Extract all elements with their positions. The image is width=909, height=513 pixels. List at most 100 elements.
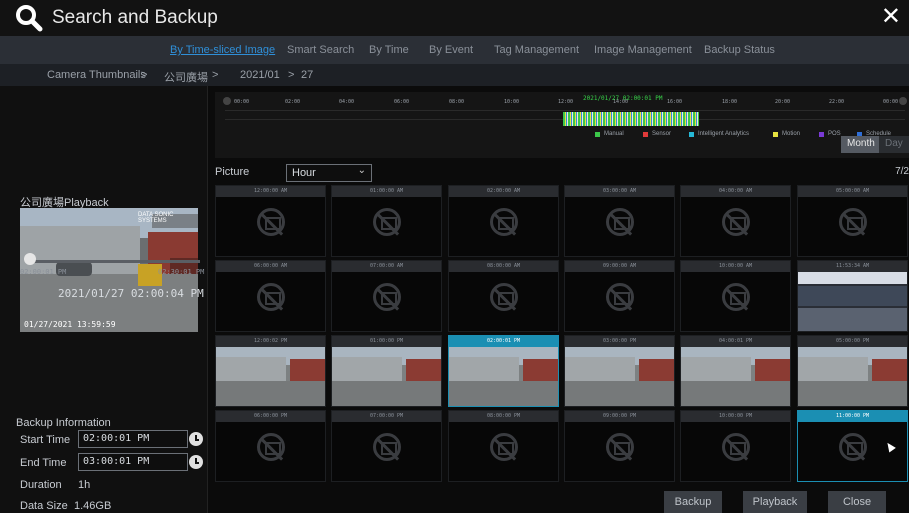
slider-start-label: 02:00:01 PM bbox=[20, 268, 67, 276]
start-clock-icon[interactable] bbox=[189, 432, 203, 446]
thumbnail-time: 05:00:00 PM bbox=[798, 336, 907, 347]
interval-select[interactable]: Hour ⌄ bbox=[286, 164, 372, 182]
breadcrumb-camera-thumbnails[interactable]: Camera Thumbnails bbox=[47, 69, 146, 81]
timeline-hour: 20:00 bbox=[775, 99, 791, 105]
playback-button[interactable]: Playback bbox=[743, 491, 807, 513]
thumbnail-cell[interactable]: 04:00:01 PM bbox=[680, 335, 791, 407]
breadcrumb: Camera Thumbnails > 公司廣場 > 2021/01 > 27 bbox=[0, 64, 909, 86]
playback-current-time: 2021/01/27 02:00:04 PM bbox=[58, 287, 204, 300]
thumbnail-body bbox=[449, 272, 558, 331]
no-image-icon bbox=[606, 283, 634, 311]
breadcrumb-month[interactable]: 2021/01 bbox=[240, 69, 280, 81]
breadcrumb-separator: > bbox=[141, 69, 148, 81]
thumbnail-cell[interactable]: 02:00:01 PM bbox=[448, 335, 559, 407]
thumbnail-body bbox=[449, 422, 558, 481]
thumbnail-cell[interactable]: 12:00:00 AM bbox=[215, 185, 326, 257]
thumbnail-cell[interactable]: 04:00:00 AM bbox=[680, 185, 791, 257]
thumbnail-cell[interactable]: 07:00:00 AM bbox=[331, 260, 442, 332]
thumbnail-cell[interactable]: 11:53:34 AM bbox=[797, 260, 908, 332]
thumbnail-image bbox=[449, 347, 558, 406]
thumbnail-time: 05:00:00 AM bbox=[798, 186, 907, 197]
title-bar: Search and Backup ✕ bbox=[0, 0, 909, 36]
thumbnail-cell[interactable]: 06:00:00 AM bbox=[215, 260, 326, 332]
thumbnail-scene-part bbox=[332, 381, 441, 406]
no-image-icon bbox=[839, 433, 867, 461]
no-image-icon bbox=[722, 208, 750, 236]
timeline-cursor-label: 2021/01/27 02:00:01 PM bbox=[583, 95, 663, 102]
end-time-label: End Time bbox=[20, 457, 67, 469]
breadcrumb-day[interactable]: 27 bbox=[301, 69, 313, 81]
thumbnail-scene-part bbox=[449, 357, 519, 383]
tab-backup-status[interactable]: Backup Status bbox=[704, 44, 775, 56]
no-image-icon bbox=[257, 433, 285, 461]
day-button[interactable]: Day bbox=[879, 136, 909, 153]
picture-label: Picture bbox=[215, 166, 250, 178]
end-clock-icon[interactable] bbox=[189, 455, 203, 469]
duration-label: Duration bbox=[20, 479, 62, 491]
thumbnail-time: 11:00:00 PM bbox=[798, 411, 907, 422]
thumbnail-image bbox=[681, 347, 790, 406]
thumbnail-scene-part bbox=[798, 286, 907, 306]
end-time-field[interactable]: 03:00:01 PM bbox=[78, 453, 188, 471]
start-time-label: Start Time bbox=[20, 434, 71, 446]
timeline-next-icon[interactable] bbox=[899, 97, 907, 105]
duration-value: 1h bbox=[78, 479, 91, 491]
thumbnail-image bbox=[332, 347, 441, 406]
thumbnail-cell[interactable]: 09:00:00 AM bbox=[564, 260, 675, 332]
tab-by-event[interactable]: By Event bbox=[429, 44, 473, 56]
timeline-hour: 10:00 bbox=[504, 99, 520, 105]
thumbnail-cell[interactable]: 07:00:00 PM bbox=[331, 410, 442, 482]
no-image-icon bbox=[839, 208, 867, 236]
breadcrumb-camera[interactable]: 公司廣場 bbox=[164, 69, 208, 85]
tab-tag-management[interactable]: Tag Management bbox=[494, 44, 579, 56]
thumbnail-cell[interactable]: 05:00:00 AM bbox=[797, 185, 908, 257]
camera-tag: DATA SONIC SYSTEMS bbox=[138, 212, 174, 224]
thumbnail-cell[interactable]: 08:00:00 AM bbox=[448, 260, 559, 332]
close-icon[interactable]: ✕ bbox=[881, 4, 901, 30]
thumbnail-time: 04:00:00 AM bbox=[681, 186, 790, 197]
thumbnail-cell[interactable]: 01:00:00 AM bbox=[331, 185, 442, 257]
timeline-hour: 22:00 bbox=[829, 99, 845, 105]
no-image-icon bbox=[490, 283, 518, 311]
close-button[interactable]: Close bbox=[828, 491, 886, 513]
thumbnail-cell[interactable]: 08:00:00 PM bbox=[448, 410, 559, 482]
thumbnail-time: 02:00:01 PM bbox=[449, 336, 558, 347]
timeline-hour: 02:00 bbox=[285, 99, 301, 105]
no-image-icon bbox=[257, 208, 285, 236]
breadcrumb-separator: > bbox=[288, 69, 295, 81]
tab-image-management[interactable]: Image Management bbox=[594, 44, 692, 56]
legend-label: POS bbox=[828, 131, 841, 137]
thumbnail-image bbox=[798, 272, 907, 331]
thumbnail-cell[interactable]: 01:00:00 PM bbox=[331, 335, 442, 407]
tab-by-time[interactable]: By Time bbox=[369, 44, 409, 56]
thumbnail-body bbox=[565, 272, 674, 331]
playback-slider-handle[interactable] bbox=[24, 253, 36, 265]
thumbnail-scene-part bbox=[681, 381, 790, 406]
timeline[interactable]: 00:00 02:00 04:00 06:00 08:00 10:00 12:0… bbox=[215, 92, 909, 158]
thumbnail-cell[interactable]: 03:00:00 PM bbox=[564, 335, 675, 407]
data-size-value: 1.46GB bbox=[74, 500, 112, 512]
thumbnail-cell[interactable]: 10:00:00 AM bbox=[680, 260, 791, 332]
backup-button[interactable]: Backup bbox=[664, 491, 722, 513]
thumbnail-cell[interactable]: 09:00:00 PM bbox=[564, 410, 675, 482]
legend-swatch bbox=[595, 131, 600, 137]
thumbnail-cell[interactable]: 05:00:00 PM bbox=[797, 335, 908, 407]
thumbnail-time: 01:00:00 PM bbox=[332, 336, 441, 347]
timeline-recordings[interactable] bbox=[563, 112, 699, 126]
timeline-prev-icon[interactable] bbox=[223, 97, 231, 105]
thumbnail-cell[interactable]: 06:00:00 PM bbox=[215, 410, 326, 482]
thumbnail-cell[interactable]: 10:00:00 PM bbox=[680, 410, 791, 482]
thumbnail-body bbox=[216, 347, 325, 406]
tab-smart-search[interactable]: Smart Search bbox=[287, 44, 354, 56]
thumbnail-body bbox=[681, 272, 790, 331]
thumbnail-cell[interactable]: 12:00:02 PM bbox=[215, 335, 326, 407]
thumbnail-body bbox=[332, 272, 441, 331]
thumbnail-cell[interactable]: 02:00:00 AM bbox=[448, 185, 559, 257]
tab-by-time-sliced-image[interactable]: By Time-sliced Image bbox=[170, 44, 275, 56]
month-button[interactable]: Month bbox=[841, 136, 881, 153]
legend-sensor: Sensor bbox=[643, 131, 671, 137]
playback-slider-track[interactable] bbox=[28, 260, 200, 263]
start-time-field[interactable]: 02:00:01 PM bbox=[78, 430, 188, 448]
thumbnail-cell[interactable]: 03:00:00 AM bbox=[564, 185, 675, 257]
timeline-hour: 08:00 bbox=[449, 99, 465, 105]
